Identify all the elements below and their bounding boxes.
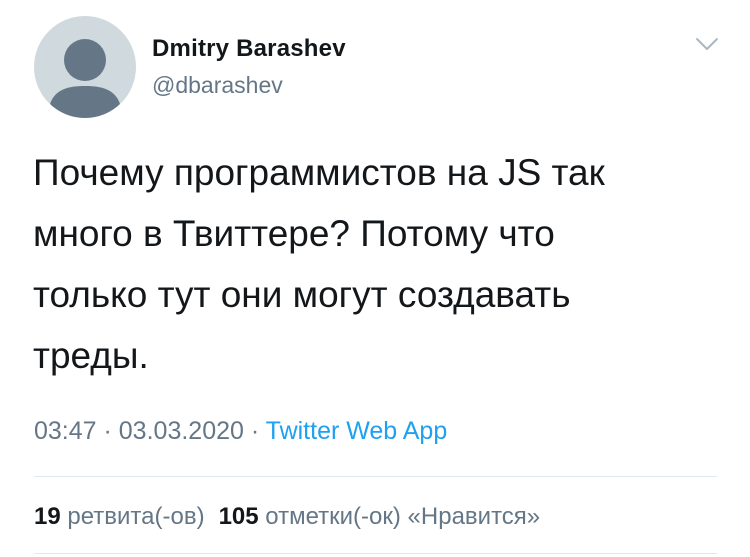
tweet-meta: 03:47 · 03.03.2020 · Twitter Web App (34, 417, 447, 446)
retweets-count: 19 (34, 503, 61, 530)
likes-stat[interactable]: 105 отметки(-ок) «Нравится» (219, 503, 541, 530)
retweets-stat[interactable]: 19 ретвита(-ов) (34, 503, 205, 530)
tweet-text: Почему программистов на JS так много в Т… (33, 152, 605, 376)
author-handle[interactable]: @dbarashev (152, 72, 283, 99)
retweets-label: ретвита(-ов) (67, 503, 205, 530)
meta-separator: · (96, 417, 119, 445)
author-name[interactable]: Dmitry Barashev (152, 35, 346, 63)
tweet-date[interactable]: 03.03.2020 (119, 417, 244, 445)
likes-label: отметки(-ок) «Нравится» (265, 503, 541, 530)
default-avatar-icon (48, 39, 122, 118)
likes-count: 105 (218, 503, 259, 530)
meta-separator: · (243, 417, 266, 445)
author-avatar[interactable] (34, 16, 136, 118)
divider (34, 553, 717, 554)
tweet-stats: 19 ретвита(-ов) 105 отметки(-ок) «Нравитс… (34, 503, 540, 531)
tweet-source-link[interactable]: Twitter Web App (266, 417, 448, 445)
tweet-card: Dmitry Barashev @dbarashev Почему програ… (0, 0, 750, 557)
tweet-menu-button[interactable] (694, 36, 720, 52)
divider (34, 476, 717, 477)
chevron-down-icon (696, 38, 718, 50)
tweet-time[interactable]: 03:47 (34, 417, 97, 445)
